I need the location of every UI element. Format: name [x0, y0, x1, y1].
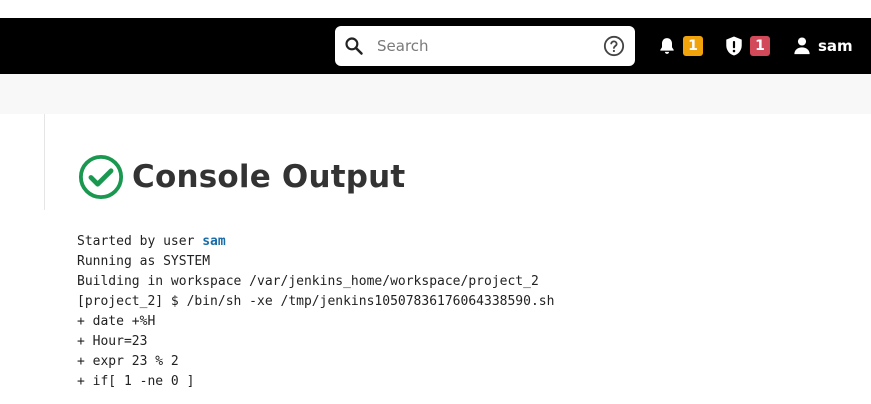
- page-title-row: Console Output: [78, 154, 405, 200]
- console-line: + if[ 1 -ne 0 ]: [77, 374, 195, 389]
- user-name: sam: [818, 37, 853, 55]
- page-title: Console Output: [132, 159, 406, 195]
- console-line: Running as SYSTEM: [77, 254, 211, 269]
- security-count-badge: 1: [750, 36, 770, 56]
- page-header: 1 1 sam: [0, 18, 871, 74]
- search-icon: [345, 37, 363, 55]
- started-by-user-link[interactable]: sam: [202, 234, 225, 249]
- console-line: Building in workspace /var/jenkins_home/…: [77, 274, 539, 289]
- console-line: Started by user sam: [77, 232, 857, 252]
- search-box: [335, 26, 635, 66]
- console-output: Started by user sam Running as SYSTEM Buil…: [77, 232, 857, 392]
- console-line: + expr 23 % 2: [77, 354, 179, 369]
- shield-alert-icon: [726, 36, 742, 56]
- bell-icon: [660, 38, 674, 54]
- success-check-icon: [78, 154, 124, 200]
- user-menu[interactable]: sam: [793, 35, 853, 57]
- security-warnings-button[interactable]: 1: [724, 35, 770, 57]
- console-line: + date +%H: [77, 314, 156, 329]
- person-icon: [794, 37, 810, 55]
- breadcrumb-bar: [0, 74, 871, 114]
- console-line: [project_2] $ /bin/sh -xe /tmp/jenkins10…: [77, 294, 555, 309]
- sidebar-divider: [44, 114, 45, 210]
- console-started-prefix: Started by user: [77, 234, 203, 249]
- notifications-count-badge: 1: [683, 36, 703, 56]
- search-input[interactable]: [377, 34, 587, 58]
- console-line: + Hour=23: [77, 334, 148, 349]
- top-strip: [0, 0, 871, 18]
- help-icon[interactable]: [603, 35, 625, 57]
- notifications-button[interactable]: 1: [657, 35, 703, 57]
